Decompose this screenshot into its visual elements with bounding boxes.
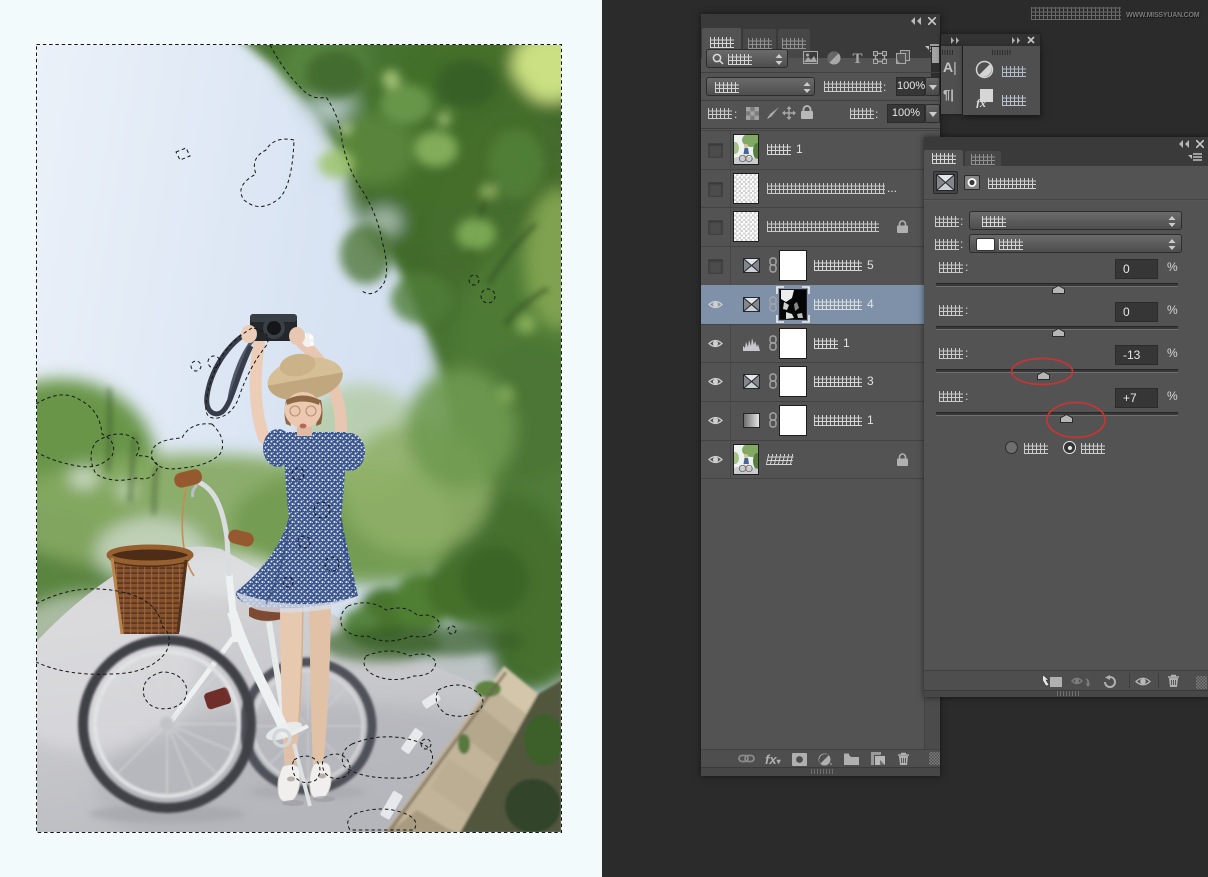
svg-text:fx: fx — [976, 96, 986, 108]
svg-text:T: T — [852, 51, 862, 64]
